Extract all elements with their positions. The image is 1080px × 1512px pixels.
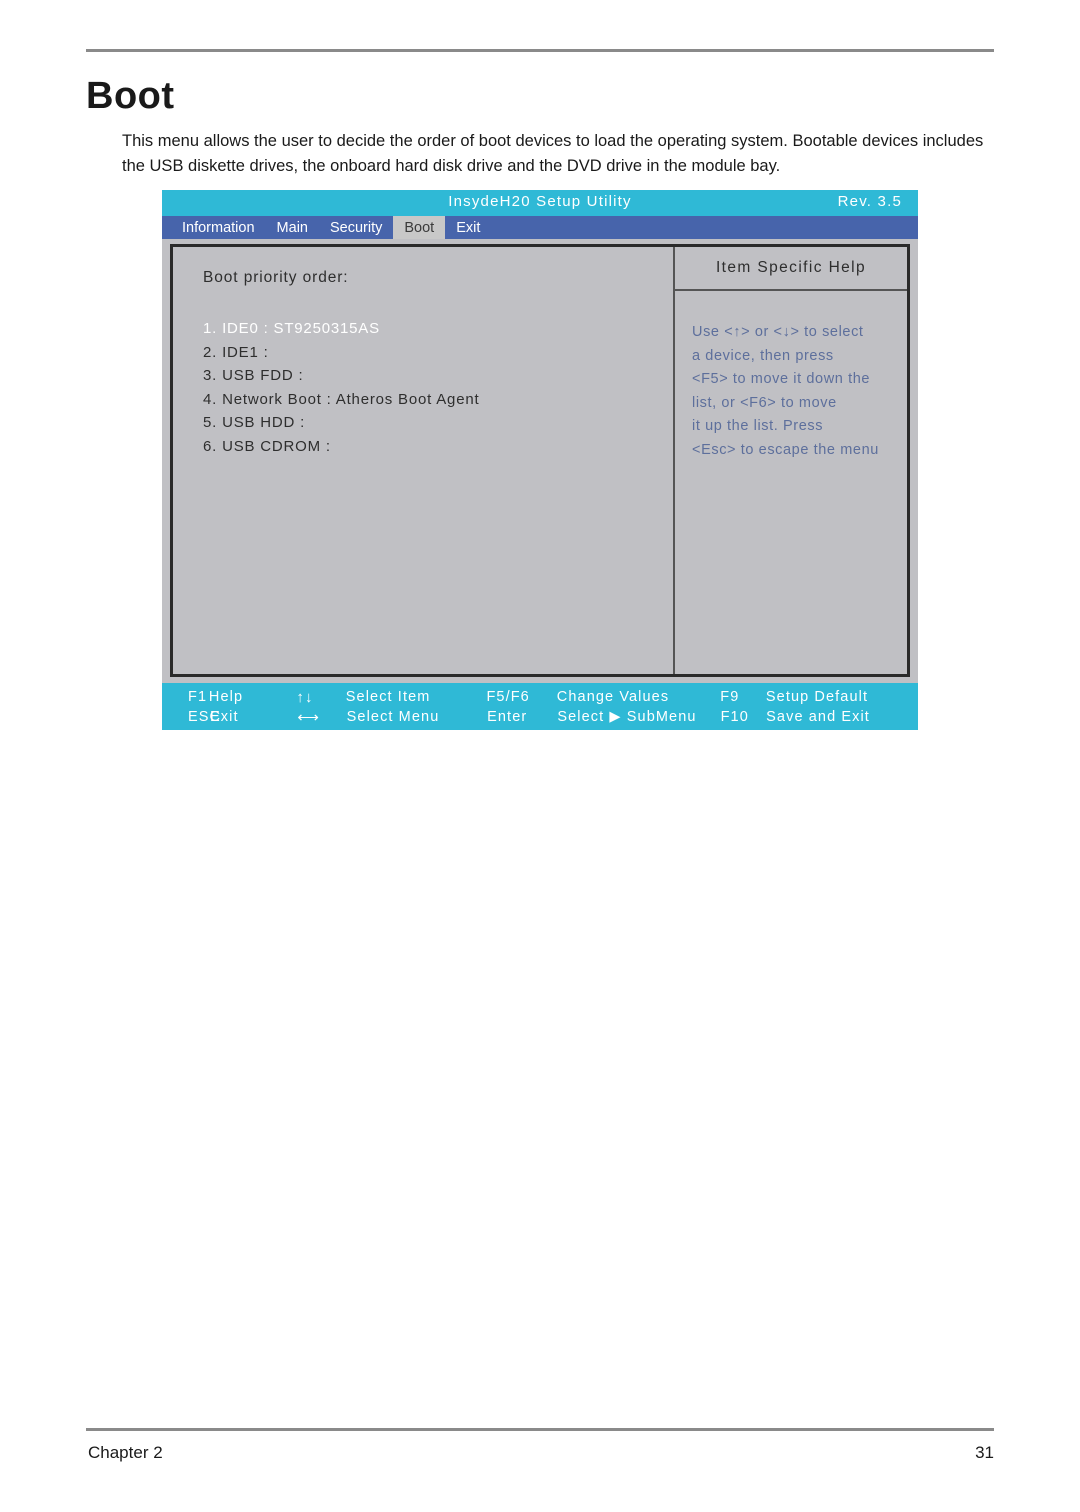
action-select-item: Select Item bbox=[345, 689, 431, 705]
key-f9[interactable]: F9 bbox=[720, 689, 766, 705]
bios-setup-screenshot: InsydeH20 Setup Utility Rev. 3.5 Informa… bbox=[162, 190, 918, 730]
footer-chapter-label: Chapter 2 bbox=[88, 1443, 163, 1462]
item-specific-help-panel: Item Specific Help Use <↑> or <↓> to sel… bbox=[675, 247, 907, 674]
function-key-row-2: ESC Exit ⟷ Select Menu Enter Select ▶ Su… bbox=[162, 707, 918, 727]
list-item[interactable]: 3. USB FDD : bbox=[203, 364, 673, 388]
key-f5-f6[interactable]: F5/F6 bbox=[486, 689, 556, 705]
menu-tab-exit[interactable]: Exit bbox=[445, 216, 491, 239]
boot-priority-label: Boot priority order: bbox=[203, 269, 349, 286]
menu-tab-security[interactable]: Security bbox=[319, 216, 393, 239]
menu-tab-main[interactable]: Main bbox=[266, 216, 319, 239]
up-down-arrow-icon: ↑↓ bbox=[296, 688, 314, 706]
help-text-line: a device, then press bbox=[692, 347, 834, 364]
help-text-line: Use <↑> or <↓> to select bbox=[692, 324, 864, 340]
key-esc[interactable]: ESC bbox=[162, 709, 220, 725]
bios-content-area: Boot priority order: 1. IDE0 : ST9250315… bbox=[162, 239, 918, 683]
help-text-line: <Esc> to escape the menu bbox=[692, 441, 879, 458]
intro-paragraph: This menu allows the user to decide the … bbox=[122, 132, 984, 175]
action-change-values: Change Values bbox=[556, 689, 670, 705]
action-help: Help bbox=[208, 689, 244, 705]
document-page: Boot This menu allows the user to decide… bbox=[0, 0, 1080, 1512]
list-item[interactable]: 2. IDE1 : bbox=[203, 341, 673, 365]
page-title: Boot bbox=[86, 75, 175, 117]
list-item[interactable]: 6. USB CDROM : bbox=[203, 435, 673, 459]
help-text-line: list, or <F6> to move bbox=[692, 394, 837, 411]
help-text-line: <F5> to move it down the bbox=[692, 371, 871, 387]
footer-page-number: 31 bbox=[975, 1443, 994, 1462]
function-key-row-1: F1 Help ↑↓ Select Item F5/F6 Change Valu… bbox=[162, 687, 918, 707]
bios-utility-title: InsydeH20 Setup Utility bbox=[448, 193, 632, 210]
footer-rule bbox=[86, 1428, 994, 1431]
action-exit: Exit bbox=[210, 709, 239, 725]
help-panel-text: Use <↑> or <↓> to select a device, then … bbox=[675, 291, 907, 462]
action-select-menu: Select Menu bbox=[346, 709, 440, 725]
left-right-arrow-icon: ⟷ bbox=[297, 709, 320, 726]
bios-revision-label: Rev. 3.5 bbox=[837, 193, 902, 210]
boot-priority-panel: Boot priority order: 1. IDE0 : ST9250315… bbox=[173, 247, 675, 674]
header-rule bbox=[86, 49, 994, 52]
key-f1[interactable]: F1 bbox=[162, 689, 209, 705]
bios-title-bar: InsydeH20 Setup Utility Rev. 3.5 bbox=[162, 190, 918, 216]
bios-menu-bar: Information Main Security Boot Exit bbox=[162, 216, 918, 239]
menu-tab-information[interactable]: Information bbox=[171, 216, 266, 239]
key-f10[interactable]: F10 bbox=[721, 709, 767, 725]
menu-bar-filler bbox=[491, 216, 918, 239]
key-enter[interactable]: Enter bbox=[487, 709, 557, 725]
list-item[interactable]: 5. USB HDD : bbox=[203, 411, 673, 435]
bios-panel-frame: Boot priority order: 1. IDE0 : ST9250315… bbox=[170, 244, 910, 677]
help-text-line: it up the list. Press bbox=[692, 418, 824, 434]
action-save-and-exit: Save and Exit bbox=[766, 709, 870, 725]
menu-tab-boot[interactable]: Boot bbox=[393, 216, 446, 239]
boot-device-list: 1. IDE0 : ST9250315AS 2. IDE1 : 3. USB F… bbox=[203, 317, 673, 458]
action-select-submenu: Select ▶ SubMenu bbox=[557, 709, 697, 725]
bios-function-key-bar: F1 Help ↑↓ Select Item F5/F6 Change Valu… bbox=[162, 683, 918, 730]
help-panel-title: Item Specific Help bbox=[675, 247, 907, 291]
action-setup-default: Setup Default bbox=[765, 689, 869, 705]
list-item[interactable]: 1. IDE0 : ST9250315AS bbox=[203, 317, 673, 341]
list-item[interactable]: 4. Network Boot : Atheros Boot Agent bbox=[203, 388, 673, 412]
